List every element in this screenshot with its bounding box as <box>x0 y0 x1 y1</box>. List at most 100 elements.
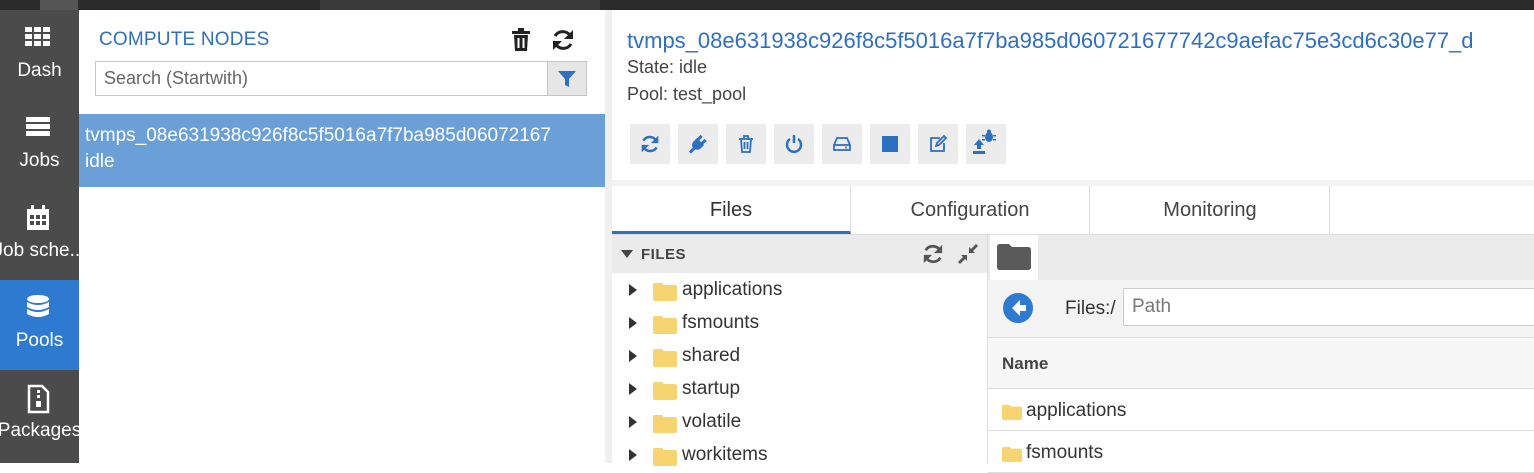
nav-item-job-schedules[interactable]: Job sche... <box>0 190 79 280</box>
panel-divider[interactable] <box>605 10 612 463</box>
nav-item-dash[interactable]: Dash <box>0 10 79 100</box>
refresh-button[interactable] <box>630 124 670 164</box>
nav-item-label: Dash <box>17 60 62 81</box>
node-state: idle <box>85 151 115 172</box>
nav-item-jobs[interactable]: Jobs <box>0 100 79 190</box>
trash-icon <box>739 135 753 153</box>
path-input[interactable] <box>1123 288 1534 326</box>
tab-files[interactable]: Files <box>612 186 851 234</box>
folder-icon <box>653 349 677 367</box>
folder-icon <box>653 283 677 301</box>
trash-icon <box>512 28 530 51</box>
filter-icon <box>558 71 576 87</box>
file-name: fsmounts <box>1026 442 1104 463</box>
package-icon <box>27 384 50 414</box>
nav-item-label: Pools <box>15 330 64 351</box>
stop-button[interactable] <box>870 124 910 164</box>
left-nav: Dash Jobs Job sche... Pools <box>0 10 79 463</box>
explorer-tab-bar <box>988 235 1534 280</box>
tree-item-label: shared <box>682 345 741 366</box>
tree-item[interactable]: shared <box>612 339 987 372</box>
path-label: Files:/ <box>1065 298 1116 319</box>
expand-caret-icon[interactable] <box>629 350 637 362</box>
list-item[interactable]: tvmps_08e631938c926f8c5f5016a7f7ba985d06… <box>79 114 605 187</box>
top-tab[interactable] <box>96 0 296 10</box>
top-tab[interactable] <box>40 0 78 10</box>
expand-caret-icon[interactable] <box>629 449 637 461</box>
compute-nodes-panel: COMPUTE NODES tvmps_08e631938c926f8c5f50… <box>79 10 605 463</box>
detail-tabs: Files Configuration Monitoring <box>612 186 1534 235</box>
back-icon[interactable] <box>1002 292 1034 324</box>
folder-icon <box>653 415 677 433</box>
node-title: tvmps_08e631938c926f8c5f5016a7f7ba985d06… <box>627 28 1474 53</box>
nav-item-pools[interactable]: Pools <box>0 280 79 370</box>
tree-item[interactable]: applications <box>612 273 987 306</box>
tree-item[interactable]: workitems <box>612 438 987 471</box>
upload-logs-button[interactable] <box>966 124 1006 164</box>
drive-icon <box>833 137 851 151</box>
expand-caret-icon[interactable] <box>629 416 637 428</box>
tree-item[interactable]: fsmounts <box>612 306 987 339</box>
top-tab-strip <box>0 0 1534 10</box>
node-detail-panel: tvmps_08e631938c926f8c5f5016a7f7ba985d06… <box>612 10 1534 473</box>
grid-icon <box>25 27 50 46</box>
file-explorer: Files:/ Name applications fsmounts <box>987 235 1534 473</box>
delete-button[interactable] <box>726 124 766 164</box>
nav-item-packages[interactable]: Packages <box>0 370 79 460</box>
tree-item-label: volatile <box>682 411 742 432</box>
collapse-caret-icon[interactable] <box>621 250 633 258</box>
top-tab[interactable] <box>320 0 600 10</box>
tab-configuration[interactable]: Configuration <box>851 186 1090 234</box>
folder-icon <box>1002 404 1022 420</box>
edit-button[interactable] <box>918 124 958 164</box>
search-input[interactable] <box>96 62 548 95</box>
upload-bug-icon <box>973 129 996 154</box>
folder-icon <box>653 382 677 400</box>
folder-icon <box>653 448 677 466</box>
tab-monitoring[interactable]: Monitoring <box>1091 186 1330 234</box>
tree-item[interactable]: volatile <box>612 405 987 438</box>
edit-icon <box>930 134 948 152</box>
node-state-text: State: idle <box>627 57 708 77</box>
delete-nodes-button[interactable] <box>510 28 532 57</box>
refresh-nodes-button[interactable] <box>551 28 575 57</box>
database-icon <box>27 295 49 317</box>
tree-item-label: applications <box>682 279 783 300</box>
file-tree-title: FILES <box>641 246 687 263</box>
refresh-icon <box>641 135 659 153</box>
calendar-icon <box>27 205 49 230</box>
refresh-icon <box>553 30 573 50</box>
refresh-icon[interactable] <box>922 243 944 265</box>
file-tree: FILES applications fsmounts shared start… <box>612 235 987 466</box>
folder-icon <box>1002 446 1022 462</box>
stop-icon <box>882 136 898 152</box>
power-icon <box>785 135 803 153</box>
expand-caret-icon[interactable] <box>629 284 637 296</box>
column-header-name[interactable]: Name <box>1002 354 1048 374</box>
explorer-path-bar: Files:/ <box>988 280 1534 337</box>
connect-button[interactable] <box>678 124 718 164</box>
collapse-all-icon[interactable] <box>958 244 978 264</box>
file-tree-header: FILES <box>612 235 987 273</box>
file-table-header: Name <box>988 337 1534 389</box>
nav-item-label: Jobs <box>19 150 60 171</box>
nav-item-label: Packages <box>0 420 79 441</box>
table-row[interactable]: fsmounts <box>988 431 1534 473</box>
search-box <box>95 61 587 96</box>
tree-item-label: startup <box>682 378 741 399</box>
filter-button[interactable] <box>547 62 586 95</box>
list-icon <box>26 117 50 136</box>
explorer-folder-tab[interactable] <box>990 235 1038 280</box>
expand-caret-icon[interactable] <box>629 317 637 329</box>
nav-item-label: Job sche... <box>0 240 79 261</box>
folder-icon <box>653 316 677 334</box>
plug-icon <box>688 134 707 154</box>
reimage-button[interactable] <box>822 124 862 164</box>
expand-caret-icon[interactable] <box>629 383 637 395</box>
file-name: applications <box>1026 400 1127 421</box>
reboot-button[interactable] <box>774 124 814 164</box>
table-row[interactable]: applications <box>988 389 1534 431</box>
tree-item[interactable]: startup <box>612 372 987 405</box>
folder-icon <box>997 244 1031 270</box>
tree-item-label: fsmounts <box>682 312 760 333</box>
